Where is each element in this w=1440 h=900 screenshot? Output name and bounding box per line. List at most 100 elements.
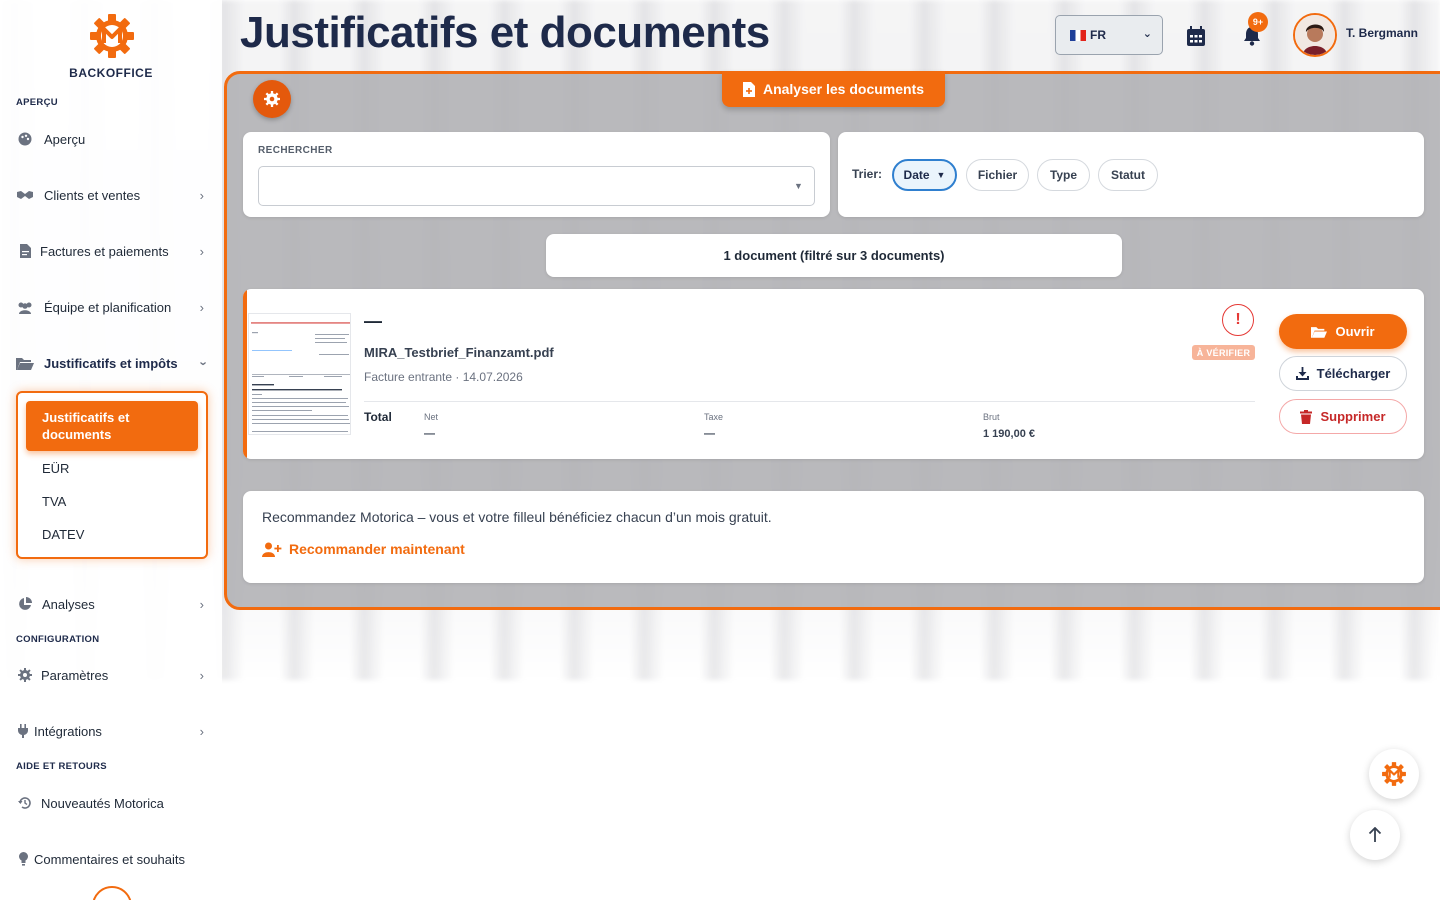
user-plus-icon [262, 542, 282, 557]
sidebar-item-parametres[interactable]: Paramètres › [16, 661, 208, 689]
notification-badge: 9+ [1248, 12, 1268, 32]
folder-open-icon [16, 354, 34, 372]
assistant-button[interactable] [1369, 749, 1419, 799]
sort-pill-fichier[interactable]: Fichier [966, 159, 1029, 191]
delete-label: Supprimer [1320, 409, 1386, 424]
sidebar-item-label: Clients et ventes [44, 187, 141, 203]
sort-pill-label: Fichier [977, 168, 1018, 182]
document-subtitle: Facture entrante · 14.07.2026 [364, 370, 523, 384]
sidebar-item-label: Justificatifs et impôts [44, 355, 178, 371]
tax-label: Taxe [704, 412, 724, 422]
referral-card: Recommandez Motorica – vous et votre fil… [243, 491, 1424, 583]
sidebar-item-justificatifs[interactable]: Justificatifs et impôts › [16, 349, 212, 377]
sort-pill-label: Date [903, 168, 930, 182]
analyze-label: Analyser les documents [762, 81, 925, 97]
alert-icon[interactable]: ! [1222, 304, 1254, 336]
section-label-apercu: APERÇU [16, 97, 58, 108]
invoice-icon [16, 242, 34, 260]
calendar-icon[interactable] [1184, 24, 1208, 48]
user-name: T. Bergmann [1346, 26, 1419, 40]
search-card: RECHERCHER ▼ [243, 132, 830, 217]
chevron-right-icon: › [199, 724, 204, 739]
pie-chart-icon [16, 595, 34, 613]
document-thumbnail[interactable] [248, 313, 351, 435]
sidebar: BACKOFFICE APERÇU Aperçu Clients et vent… [0, 0, 222, 900]
section-label-configuration: CONFIGURATION [16, 634, 100, 645]
sidebar-item-commentaires[interactable]: Commentaires et souhaits [16, 845, 208, 873]
download-button[interactable]: Télécharger [1279, 356, 1407, 391]
result-count: 1 document (filtré sur 3 documents) [546, 234, 1122, 277]
download-icon [1295, 367, 1309, 380]
handshake-icon [16, 186, 34, 204]
sidebar-item-nouveautes[interactable]: Nouveautés Motorica [16, 789, 208, 817]
trash-icon [1300, 409, 1313, 424]
document-card: — MIRA_Testbrief_Finanzamt.pdf Facture e… [243, 289, 1424, 459]
analyze-documents-button[interactable]: Analyser les documents [722, 71, 945, 107]
gear-icon [264, 91, 280, 107]
brand-name: BACKOFFICE [69, 66, 153, 80]
gross-value: 1 190,00 € [983, 428, 1035, 440]
document-filename[interactable]: MIRA_Testbrief_Finanzamt.pdf [364, 345, 554, 360]
chevron-down-icon: ⌄ [1142, 28, 1152, 40]
palette-icon [16, 130, 34, 148]
open-button[interactable]: Ouvrir [1279, 314, 1407, 349]
open-label: Ouvrir [1335, 324, 1375, 339]
sidebar-item-apercu[interactable]: Aperçu [16, 125, 208, 153]
chevron-right-icon: › [199, 244, 204, 259]
history-icon [16, 794, 34, 812]
sidebar-item-label: Commentaires et souhaits [34, 851, 186, 867]
referral-link-label: Recommander maintenant [289, 541, 465, 557]
scroll-to-top-button[interactable] [1350, 810, 1400, 860]
sort-pill-type[interactable]: Type [1037, 159, 1090, 191]
sidebar-bottom-button[interactable] [92, 886, 132, 900]
total-label: Total [364, 410, 392, 424]
avatar[interactable] [1293, 13, 1337, 57]
arrow-up-icon [1368, 827, 1382, 843]
submenu-item-datev[interactable]: DATEV [42, 527, 84, 542]
sidebar-item-analyses[interactable]: Analyses › [16, 590, 208, 618]
submenu-item-eur[interactable]: EÜR [42, 461, 69, 476]
sidebar-item-label: Intégrations [34, 723, 102, 739]
sort-desc-icon: ▼ [936, 170, 946, 180]
sidebar-item-label: Équipe et planification [44, 299, 172, 315]
sidebar-item-label: Aperçu [44, 131, 86, 147]
download-label: Télécharger [1316, 366, 1391, 381]
tax-value: — [704, 428, 715, 440]
users-icon [16, 298, 34, 316]
document-accent-bar [243, 289, 247, 459]
chevron-right-icon: › [199, 668, 204, 683]
sort-pill-date[interactable]: Date ▼ [892, 159, 957, 191]
sidebar-item-label: Factures et paiements [40, 243, 169, 259]
sort-label: Trier: [852, 167, 883, 181]
sort-pill-label: Statut [1111, 168, 1145, 182]
gross-label: Brut [983, 412, 1000, 422]
referral-link[interactable]: Recommander maintenant [262, 541, 465, 557]
submenu-justificatifs: Justificatifs et documents EÜR TVA DATEV [16, 391, 208, 559]
plug-icon [16, 722, 30, 740]
sidebar-item-equipe[interactable]: Équipe et planification › [16, 293, 208, 321]
chevron-down-icon: › [196, 361, 212, 366]
submenu-item-tva[interactable]: TVA [42, 494, 66, 509]
search-label: RECHERCHER [258, 145, 333, 156]
brand-logo[interactable] [88, 12, 136, 60]
sidebar-item-factures[interactable]: Factures et paiements › [16, 237, 208, 265]
sidebar-item-integrations[interactable]: Intégrations › [16, 717, 208, 745]
delete-button[interactable]: Supprimer [1279, 399, 1407, 434]
sidebar-item-clients[interactable]: Clients et ventes › [16, 181, 208, 209]
page-title: Justificatifs et documents [240, 8, 770, 57]
sort-pill-label: Type [1049, 168, 1078, 182]
settings-button[interactable] [253, 80, 291, 118]
submenu-item-justificatifs-documents[interactable]: Justificatifs et documents [26, 401, 198, 451]
chevron-right-icon: › [199, 300, 204, 315]
sort-pill-statut[interactable]: Statut [1098, 159, 1158, 191]
referral-text: Recommandez Motorica – vous et votre fil… [262, 509, 772, 525]
divider [364, 401, 1255, 402]
file-plus-icon [742, 81, 755, 97]
caret-down-icon: ▼ [794, 181, 803, 191]
search-input[interactable] [258, 166, 815, 206]
flag-fr-icon [1070, 29, 1086, 41]
language-select[interactable]: FR ⌄ [1055, 15, 1163, 55]
net-label: Net [424, 412, 439, 422]
chevron-right-icon: › [199, 597, 204, 612]
lightbulb-icon [16, 850, 30, 868]
